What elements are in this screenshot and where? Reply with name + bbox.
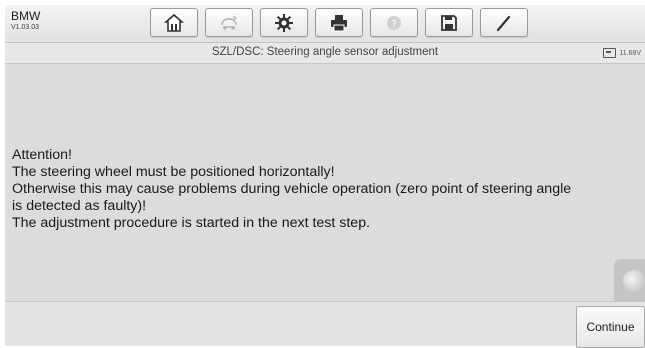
help-icon: ? bbox=[387, 15, 401, 30]
gear-icon bbox=[275, 13, 293, 32]
battery-voltage: 11.68V bbox=[619, 49, 641, 57]
help-button[interactable]: ? bbox=[370, 8, 418, 37]
home-icon bbox=[164, 13, 184, 32]
toolbar-buttons: ? bbox=[150, 8, 535, 37]
title-bar: SZL/DSC: Steering angle sensor adjustmen… bbox=[5, 43, 645, 64]
vehicle-make: BMW bbox=[11, 9, 41, 23]
save-button[interactable] bbox=[425, 8, 473, 37]
message-area: Attention! The steering wheel must be po… bbox=[5, 64, 645, 305]
message-line: The adjustment procedure is started in t… bbox=[12, 215, 371, 231]
battery-icon bbox=[603, 48, 617, 58]
top-toolbar: BMW V1.03.03 ? bbox=[5, 5, 645, 43]
svg-text:?: ? bbox=[391, 19, 396, 30]
assist-knob-icon bbox=[623, 270, 645, 292]
message-line: Otherwise this may cause problems during… bbox=[12, 181, 572, 197]
print-button[interactable] bbox=[315, 8, 363, 37]
car-swap-icon bbox=[221, 15, 238, 30]
battery-status: 11.68V bbox=[603, 48, 641, 58]
software-version: V1.03.03 bbox=[11, 24, 40, 31]
floating-assist-button[interactable] bbox=[614, 259, 645, 305]
floppy-disk-icon bbox=[441, 14, 457, 31]
bottom-bar: Continue bbox=[5, 301, 645, 348]
printer-icon bbox=[331, 14, 347, 31]
edit-button[interactable] bbox=[480, 8, 528, 37]
settings-button[interactable] bbox=[260, 8, 308, 37]
vehicle-swap-button[interactable] bbox=[205, 8, 253, 37]
instruction-message: Attention! The steering wheel must be po… bbox=[12, 147, 644, 232]
continue-button[interactable]: Continue bbox=[576, 306, 645, 348]
page-title: SZL/DSC: Steering angle sensor adjustmen… bbox=[211, 46, 439, 58]
message-line: Attention! bbox=[12, 147, 72, 163]
home-button[interactable] bbox=[150, 8, 198, 37]
diagnostic-app: BMW V1.03.03 ? SZL/DSC: Steering angle s… bbox=[5, 5, 645, 348]
message-line: The steering wheel must be positioned ho… bbox=[12, 164, 335, 180]
vehicle-brand: BMW V1.03.03 bbox=[11, 10, 40, 32]
pen-icon bbox=[496, 15, 511, 31]
message-line: is detected as faulty)! bbox=[12, 198, 147, 214]
